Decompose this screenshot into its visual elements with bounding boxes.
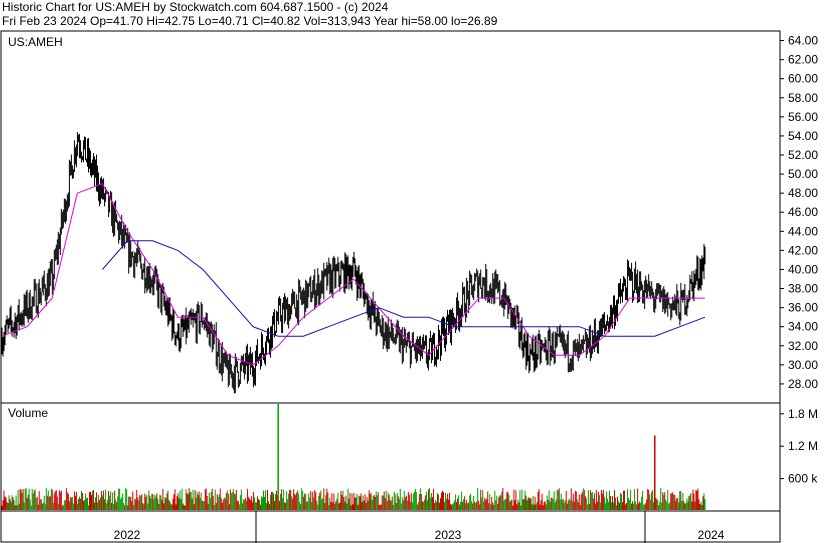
volume-tick-label: 1.8 M [788, 407, 818, 421]
price-tick-label: 32.00 [788, 339, 818, 353]
price-panel-frame [0, 30, 781, 404]
stock-chart: US:AMEH 64.00 62.00 60.00 58.00 56.00 54.00 52… [0, 30, 818, 543]
price-tick-label: 48.00 [788, 186, 818, 200]
year-label: 2023 [435, 528, 462, 542]
price-tick-label: 64.00 [788, 34, 818, 48]
volume-bars [1, 404, 706, 510]
volume-label: Volume [8, 406, 48, 420]
year-label: 2022 [114, 528, 141, 542]
price-tick-label: 38.00 [788, 282, 818, 296]
date-axis: 2022 2023 2024 [114, 511, 725, 543]
price-tick-label: 50.00 [788, 167, 818, 181]
price-y-axis: 64.00 62.00 60.00 58.00 56.00 54.00 52.00 50.00… [780, 34, 818, 391]
price-tick-label: 46.00 [788, 205, 818, 219]
price-tick-label: 52.00 [788, 148, 818, 162]
price-tick-label: 62.00 [788, 53, 818, 67]
price-tick-label: 40.00 [788, 262, 818, 276]
price-tick-label: 28.00 [788, 377, 818, 391]
price-tick-label: 54.00 [788, 129, 818, 143]
price-tick-label: 60.00 [788, 72, 818, 86]
symbol-label: US:AMEH [8, 35, 63, 49]
price-bars [1, 132, 706, 394]
volume-tick-label: 600 k [788, 472, 818, 486]
price-tick-label: 30.00 [788, 358, 818, 372]
price-tick-label: 44.00 [788, 224, 818, 238]
volume-tick-label: 1.2 M [788, 439, 818, 453]
price-tick-label: 42.00 [788, 243, 818, 257]
price-tick-label: 36.00 [788, 301, 818, 315]
price-tick-label: 34.00 [788, 320, 818, 334]
price-tick-label: 58.00 [788, 91, 818, 105]
year-label: 2024 [698, 528, 725, 542]
volume-y-axis: 1.8 M 1.2 M 600 k [780, 407, 818, 486]
price-tick-label: 56.00 [788, 110, 818, 124]
